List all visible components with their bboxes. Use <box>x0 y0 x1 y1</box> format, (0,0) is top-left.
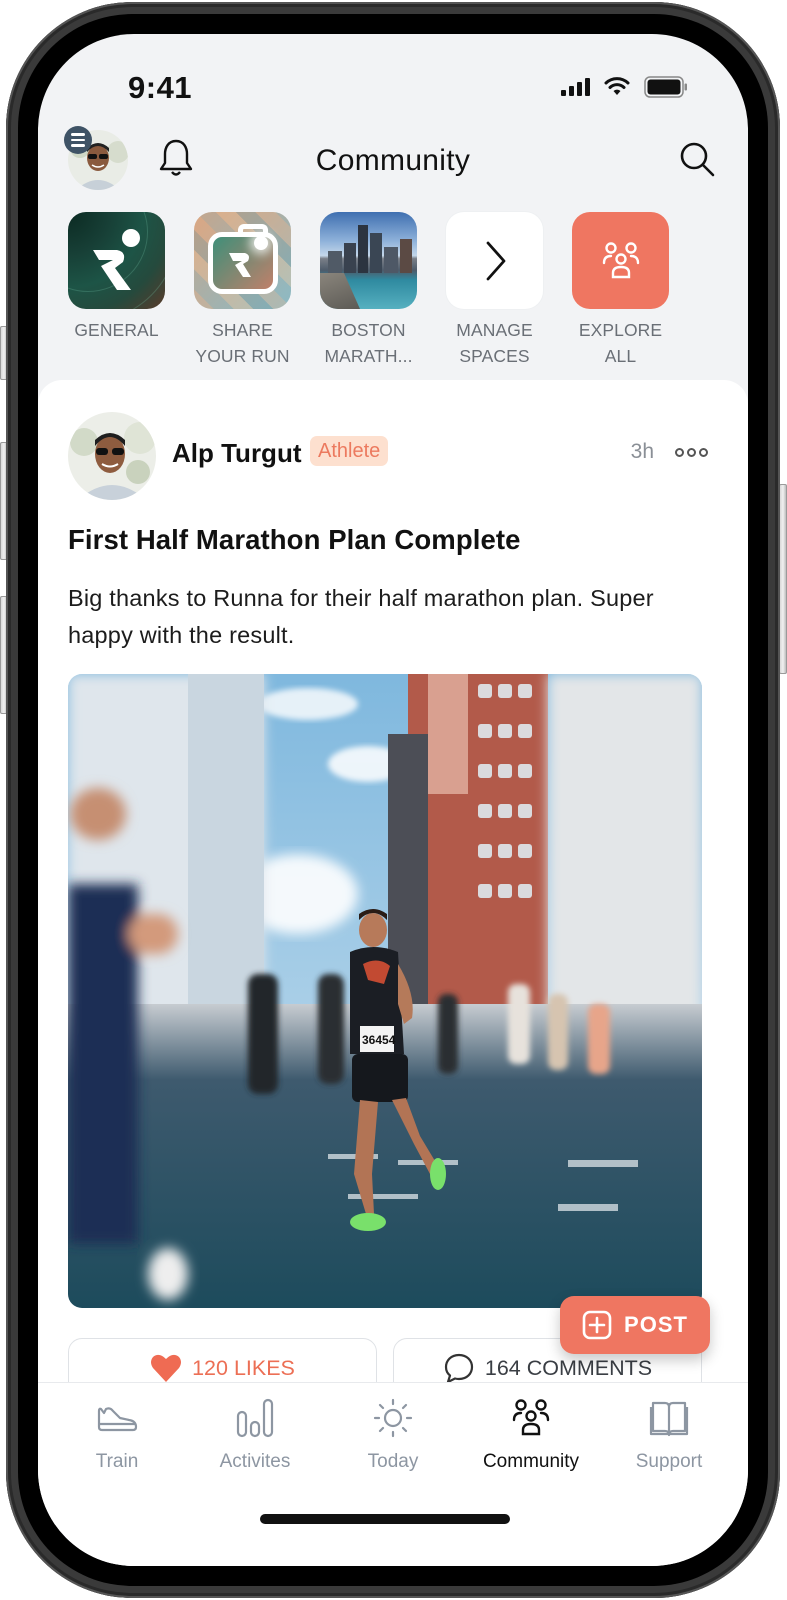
space-general[interactable]: GENERAL <box>68 212 165 369</box>
cellular-signal-icon <box>561 78 590 96</box>
bottom-tab-bar: Train Activites Today Community Support <box>38 1382 748 1566</box>
group-icon <box>512 1399 550 1436</box>
new-post-label: POST <box>624 1312 688 1337</box>
heart-icon <box>151 1354 182 1382</box>
tab-activities[interactable]: Activites <box>190 1395 320 1473</box>
chevron-right-icon <box>446 212 543 309</box>
tab-label: Community <box>482 1451 580 1472</box>
camera-icon <box>194 212 291 309</box>
sun-icon <box>373 1398 413 1438</box>
space-label: MANAGE SPACES <box>456 320 533 366</box>
status-bar: 9:41 <box>38 34 748 124</box>
post-time: 3h <box>630 440 654 463</box>
more-options-icon[interactable] <box>675 440 708 464</box>
shoe-icon <box>97 1407 138 1432</box>
likes-count: 120 LIKES <box>192 1355 295 1380</box>
author-avatar[interactable] <box>68 412 156 500</box>
space-boston-marathon[interactable]: BOSTON MARATH... <box>320 212 417 369</box>
post-image[interactable]: 36454 <box>68 674 702 1308</box>
tab-today[interactable]: Today <box>328 1395 458 1473</box>
post-header: Alp Turgut Athlete 3h <box>68 412 718 500</box>
phone-screen: 9:41 Community GENERAL SHARE YOUR RUN BO… <box>38 34 748 1566</box>
top-header: Community <box>38 124 748 204</box>
book-icon <box>649 1401 689 1437</box>
feed: Alp Turgut Athlete 3h First Half Maratho… <box>38 380 748 1398</box>
comments-count: 164 COMMENTS <box>484 1355 653 1380</box>
space-manage-spaces[interactable]: MANAGE SPACES <box>446 212 543 369</box>
space-label: SHARE YOUR RUN <box>195 320 290 366</box>
runna-logo-icon <box>68 212 165 309</box>
home-indicator[interactable] <box>260 1514 510 1524</box>
tab-train[interactable]: Train <box>52 1395 182 1473</box>
space-label: EXPLORE ALL <box>578 320 663 366</box>
status-icons <box>561 76 688 98</box>
space-explore-all[interactable]: EXPLORE ALL <box>572 212 669 369</box>
group-icon <box>572 212 669 309</box>
author-name[interactable]: Alp Turgut <box>172 438 301 469</box>
boston-skyline-image <box>320 212 417 309</box>
tab-label: Train <box>95 1451 139 1472</box>
search-icon[interactable] <box>678 140 716 178</box>
tab-community[interactable]: Community <box>466 1395 596 1473</box>
plus-square-icon <box>582 1310 612 1340</box>
tab-label: Today <box>367 1451 419 1472</box>
role-badge: Athlete <box>310 436 389 466</box>
tab-support[interactable]: Support <box>604 1395 734 1473</box>
post-title: First Half Marathon Plan Complete <box>68 524 521 555</box>
spaces-row: GENERAL SHARE YOUR RUN BOSTON MARATH... … <box>68 212 669 369</box>
battery-icon <box>644 76 687 98</box>
power-button[interactable] <box>779 484 787 674</box>
comment-bubble-icon <box>444 1353 473 1384</box>
new-post-button[interactable]: POST <box>560 1296 710 1354</box>
page-title: Community <box>315 144 471 177</box>
tab-label: Support <box>635 1451 703 1472</box>
bar-chart-icon <box>236 1398 274 1438</box>
wifi-icon <box>604 77 630 95</box>
space-share-your-run[interactable]: SHARE YOUR RUN <box>194 212 291 369</box>
bib-number: 36454 <box>362 1033 396 1047</box>
tab-label: Activites <box>219 1451 291 1472</box>
space-label: BOSTON MARATH... <box>324 320 413 366</box>
space-label: GENERAL <box>74 320 159 340</box>
status-time: 9:41 <box>128 70 193 105</box>
post-body: Big thanks to Runna for their half marat… <box>68 585 654 648</box>
